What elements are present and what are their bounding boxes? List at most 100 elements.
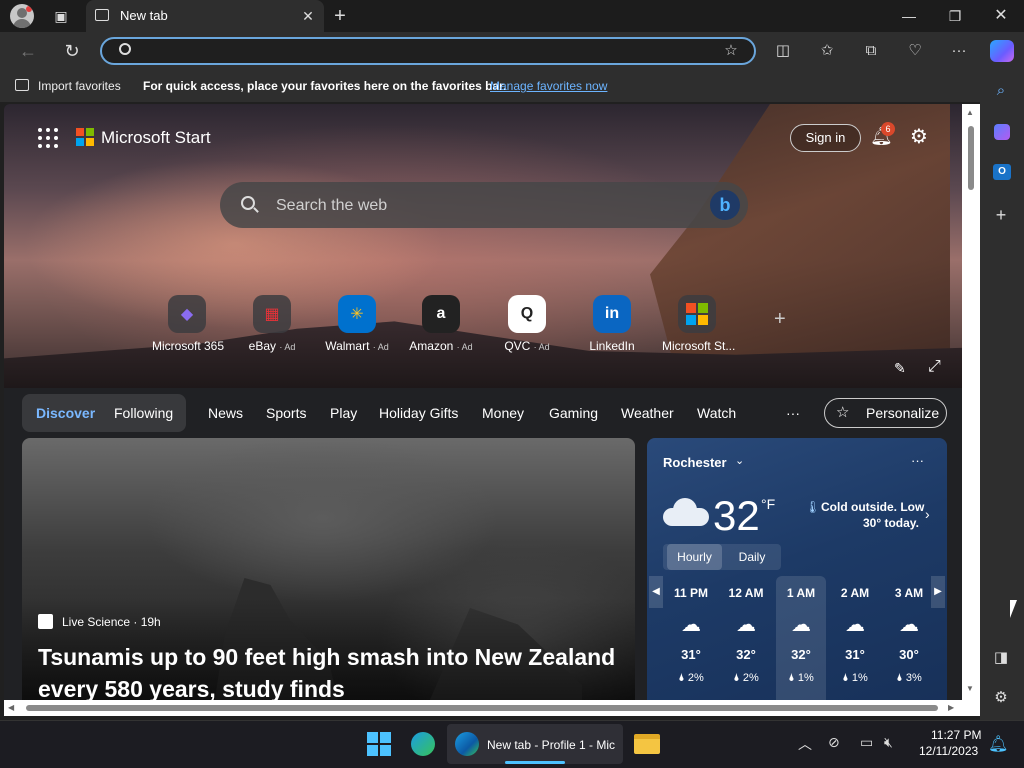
manage-favorites-link[interactable]: Manage favorites now xyxy=(490,79,607,93)
hour-temp: 31° xyxy=(845,647,865,662)
horizontal-scroll-thumb[interactable] xyxy=(26,705,938,711)
quick-link-microsoft-store[interactable]: Microsoft St... xyxy=(662,295,735,353)
quick-link-walmart[interactable]: ✳ Walmart · Ad xyxy=(322,295,392,353)
hour-forecast-selected[interactable]: 1 AM ☁ 32° 🌢︎ 1% xyxy=(776,576,826,708)
sidebar-settings-icon[interactable]: ⚙ xyxy=(990,687,1012,709)
collections-icon[interactable]: ⧉ xyxy=(860,40,882,62)
weather-card[interactable]: Rochester ⌄ ··· 32 °F 🌡︎ Cold outside. L… xyxy=(647,438,947,716)
show-hidden-icons[interactable]: ︿ xyxy=(798,734,812,754)
edit-background-icon[interactable]: ✎ xyxy=(894,360,906,377)
expand-icon[interactable]: ⤢ xyxy=(928,358,941,376)
apps-launcher-icon[interactable] xyxy=(38,128,58,148)
display-icon[interactable]: ▭ xyxy=(860,734,873,751)
address-bar[interactable] xyxy=(100,37,756,65)
personalize-label: Personalize xyxy=(866,405,940,421)
nav-money[interactable]: Money xyxy=(482,405,524,421)
notification-bell-icon[interactable]: 🔔︎ xyxy=(988,734,1008,754)
nav-more[interactable]: ··· xyxy=(786,405,800,421)
bing-icon[interactable]: b xyxy=(710,190,740,220)
restore-button[interactable]: ❐ xyxy=(944,5,966,27)
quick-link-linkedin[interactable]: in LinkedIn xyxy=(577,295,647,353)
tab-daily[interactable]: Daily xyxy=(727,544,777,570)
thermometer-icon: 🌡︎ xyxy=(805,500,821,514)
volume-muted-icon[interactable]: 🔇︎ xyxy=(884,734,893,751)
sign-in-button[interactable]: Sign in xyxy=(790,124,861,152)
hour-temp: 31° xyxy=(681,647,701,662)
back-icon[interactable]: ← xyxy=(17,40,39,62)
quick-link-qvc[interactable]: Q QVC · Ad xyxy=(492,295,562,353)
vertical-scroll-thumb[interactable] xyxy=(968,126,974,190)
hour-precip: 1% xyxy=(797,672,814,684)
nav-holiday-gifts[interactable]: Holiday Gifts xyxy=(379,405,458,421)
hour-temp: 30° xyxy=(899,647,919,662)
weather-more-icon[interactable]: ··· xyxy=(911,453,924,468)
hour-forecast[interactable]: 12 AM ☁ 32° 🌢︎ 2% xyxy=(721,576,771,708)
weather-city[interactable]: Rochester xyxy=(663,455,727,470)
quick-link-microsoft-365[interactable]: ◆ Microsoft 365 xyxy=(152,295,224,353)
night-cloud-icon: ☁ xyxy=(736,614,756,636)
quick-link-ebay[interactable]: ▦ eBay · Ad xyxy=(237,295,307,353)
outlook-icon[interactable]: O xyxy=(993,164,1011,180)
news-source: Live Science · 19h xyxy=(62,615,161,629)
split-screen-icon[interactable]: ◫ xyxy=(772,40,794,62)
hide-sidebar-icon[interactable]: ◨ xyxy=(990,647,1012,669)
minimize-button[interactable]: — xyxy=(898,5,920,27)
brand-title[interactable]: Microsoft Start xyxy=(101,128,211,148)
nav-sports[interactable]: Sports xyxy=(266,405,306,421)
edge-beta-icon[interactable] xyxy=(411,732,435,756)
sidebar-copilot-icon[interactable] xyxy=(994,124,1010,140)
clock-date[interactable]: 12/11/2023 xyxy=(919,744,978,758)
hour-time: 12 AM xyxy=(728,586,764,600)
hour-forecast[interactable]: 11 PM ☁ 31° 🌢︎ 2% xyxy=(666,576,716,708)
nav-gaming[interactable]: Gaming xyxy=(549,405,598,421)
page-settings-icon[interactable]: ⚙ xyxy=(910,124,928,149)
import-favorites-link[interactable]: Import favorites xyxy=(38,79,121,93)
settings-more-icon[interactable]: ··· xyxy=(948,40,970,62)
new-tab-button[interactable]: + xyxy=(329,5,351,27)
vertical-scrollbar[interactable] xyxy=(962,104,980,716)
tab-hourly[interactable]: Hourly xyxy=(667,544,722,570)
nav-play[interactable]: Play xyxy=(330,405,357,421)
scroll-down-icon[interactable]: ▼ xyxy=(966,684,974,693)
nav-weather[interactable]: Weather xyxy=(621,405,674,421)
hour-time: 2 AM xyxy=(840,586,870,600)
copilot-icon[interactable] xyxy=(990,40,1014,62)
quick-link-label: eBay xyxy=(248,339,276,353)
news-card[interactable]: Live Science · 19h Tsunamis up to 90 fee… xyxy=(22,438,635,716)
chevron-right-icon[interactable]: › xyxy=(925,506,930,522)
windows-start-icon[interactable] xyxy=(367,732,391,756)
quick-link-label: QVC xyxy=(504,339,531,353)
sidebar-search-icon[interactable]: ⌕ xyxy=(990,80,1012,102)
news-headline-line2[interactable]: every 580 years, study finds xyxy=(38,676,345,703)
tab-actions-icon[interactable]: ▣ xyxy=(50,5,72,27)
hour-precip: 2% xyxy=(687,672,704,684)
hourly-prev-icon[interactable]: ◀ xyxy=(649,576,663,608)
tab-following[interactable]: Following xyxy=(114,405,173,421)
nav-news[interactable]: News xyxy=(208,405,243,421)
close-window-button[interactable]: ✕ xyxy=(990,5,1012,27)
hour-forecast[interactable]: 3 AM ☁ 30° 🌢︎ 3% xyxy=(884,576,934,708)
favorite-star-icon[interactable]: ☆ xyxy=(720,40,742,62)
profile-avatar[interactable] xyxy=(10,4,34,28)
hour-precip: 3% xyxy=(905,672,922,684)
scroll-up-icon[interactable]: ▲ xyxy=(966,108,974,117)
add-quick-link-icon[interactable]: + xyxy=(774,308,786,331)
nav-watch[interactable]: Watch xyxy=(697,405,736,421)
amazon-icon: a xyxy=(422,295,460,333)
refresh-icon[interactable]: ↻ xyxy=(61,40,83,62)
hour-precip: 2% xyxy=(742,672,759,684)
tab-discover[interactable]: Discover xyxy=(36,405,95,421)
favorites-icon[interactable]: ✩ xyxy=(816,40,838,62)
clock-time[interactable]: 11:27 PM xyxy=(931,728,981,742)
sidebar-add-icon[interactable]: + xyxy=(990,204,1012,226)
chevron-down-icon[interactable]: ⌄ xyxy=(735,454,744,467)
network-off-icon[interactable]: ⊘ xyxy=(828,734,840,751)
news-headline-line1[interactable]: Tsunamis up to 90 feet high smash into N… xyxy=(38,644,615,671)
hour-forecast[interactable]: 2 AM ☁ 31° 🌢︎ 1% xyxy=(830,576,880,708)
close-tab-icon[interactable]: ✕ xyxy=(297,5,319,27)
scroll-left-icon[interactable]: ◀ xyxy=(8,703,14,712)
file-explorer-icon[interactable] xyxy=(634,734,660,754)
quick-link-amazon[interactable]: a Amazon · Ad xyxy=(406,295,476,353)
scroll-right-icon[interactable]: ▶ xyxy=(948,703,954,712)
browser-essentials-icon[interactable]: ♡ xyxy=(904,40,926,62)
